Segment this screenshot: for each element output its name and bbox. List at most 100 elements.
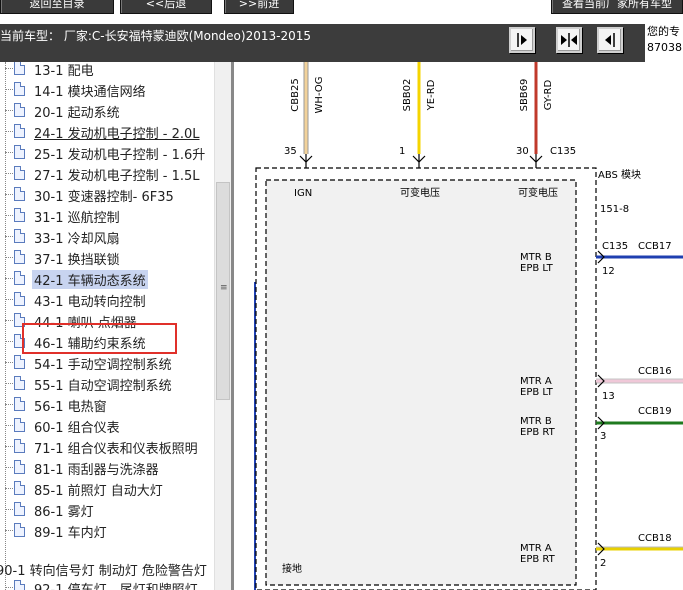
pin-number: 35: [284, 146, 297, 157]
input-label: IGN: [294, 188, 312, 199]
input-label: 可变电压: [400, 186, 440, 199]
wire-code-label: CCB16: [638, 366, 672, 377]
document-icon: [14, 208, 25, 222]
document-icon: [14, 145, 25, 159]
tree-item-label: 25-1 发动机电子控制 - 1.6升: [34, 148, 206, 163]
module-name: ABS 模块: [598, 169, 641, 181]
tree-item-label: 85-1 前照灯 自动大灯: [34, 484, 163, 499]
tree-item[interactable]: 43-1 电动转向控制: [0, 289, 214, 310]
chapter-tree: 13-1 配电 14-1 模块通信网络 20-1 起动系统 24-1 发动机电子…: [0, 62, 214, 590]
document-icon: [14, 502, 25, 516]
document-icon: [14, 229, 25, 243]
input-label: 可变电压: [518, 186, 558, 199]
tree-item[interactable]: 37-1 换挡联锁: [0, 247, 214, 268]
document-icon: [14, 187, 25, 201]
document-icon: [14, 271, 25, 285]
wire-code-label: SBB69: [519, 79, 530, 112]
tree-item-label: 42-1 车辆动态系统: [32, 270, 148, 289]
back-to-catalog-button[interactable]: 返回至目录: [0, 0, 114, 14]
tree-item-label: 43-1 电动转向控制: [34, 295, 146, 310]
tree-item[interactable]: 31-1 巡航控制: [0, 205, 214, 226]
tree-item[interactable]: 56-1 电热窗: [0, 394, 214, 415]
tree-item-label: 92-1 停车灯，尾灯和牌照灯: [34, 579, 198, 590]
document-icon: [14, 62, 25, 75]
tree-item[interactable]: 25-1 发动机电子控制 - 1.6升: [0, 142, 214, 163]
tree-scrollbar[interactable]: ≡: [214, 62, 231, 590]
tree-item[interactable]: 30-1 变速器控制- 6F35: [0, 184, 214, 205]
document-icon: [14, 481, 25, 495]
document-icon: [14, 523, 25, 537]
back-button[interactable]: <<后退: [120, 0, 212, 14]
wire-color-label: YE-RD: [426, 79, 437, 111]
wire-code-label: CCB18: [638, 533, 672, 544]
tree-item[interactable]: 55-1 自动空调控制系统: [0, 373, 214, 394]
tree-item[interactable]: 86-1 雾灯: [0, 499, 214, 520]
grip-icon: ≡: [220, 283, 228, 293]
output-label: EPB RT: [520, 554, 556, 565]
page-fit-button[interactable]: [556, 27, 582, 53]
tree-folder-turn-signals[interactable]: 90-1 转向信号灯 制动灯 危险警告灯: [0, 558, 214, 579]
tree-item[interactable]: 44-1 喇叭 点烟器: [0, 310, 214, 331]
tree-item[interactable]: 85-1 前照灯 自动大灯: [0, 478, 214, 499]
wire-code-label: CCB19: [638, 406, 672, 417]
tree-item[interactable]: 33-1 冷却风扇: [0, 226, 214, 247]
document-icon: [14, 103, 25, 117]
tree-item-label: 81-1 雨刮器与洗涤器: [34, 463, 159, 478]
wire-code-label: SBB02: [402, 79, 413, 112]
tree-item-label: 56-1 电热窗: [34, 400, 107, 415]
connector-label: C135: [550, 146, 576, 157]
forward-button[interactable]: >>前进: [224, 0, 294, 14]
tree-item-label: 46-1 辅助约束系统: [34, 337, 146, 352]
document-icon: [14, 355, 25, 369]
output-label: EPB LT: [520, 387, 554, 398]
document-icon: [14, 166, 25, 180]
tree-item[interactable]: 27-1 发动机电子控制 - 1.5L: [0, 163, 214, 184]
scrollbar-thumb[interactable]: ≡: [216, 182, 230, 400]
document-icon: [14, 397, 25, 411]
tree-item-selected[interactable]: 42-1 车辆动态系统: [0, 268, 214, 289]
wiring-diagram: CBB25 WH-OG SBB02 YE-RD SBB69 GY-RD 35 1…: [234, 62, 683, 590]
document-icon: [14, 580, 25, 590]
tree-item-label: 89-1 车内灯: [34, 526, 107, 541]
vehicle-info-bar: 当前车型： 厂家:C-长安福特蒙迪欧(Mondeo)2013-2015: [0, 24, 683, 62]
tree-item[interactable]: 13-1 配电: [0, 62, 214, 79]
tree-item-label: 71-1 组合仪表和仪表板照明: [34, 442, 198, 457]
pin-number: 13: [602, 391, 615, 402]
page-last-button[interactable]: [597, 27, 623, 53]
tree-item-label: 37-1 换挡联锁: [34, 253, 120, 268]
wire-code-label: CCB17: [638, 241, 672, 252]
tree-item[interactable]: 71-1 组合仪表和仪表板照明: [0, 436, 214, 457]
tree-item-label: 86-1 雾灯: [34, 505, 94, 520]
connector-label: C135: [602, 241, 628, 252]
tree-item-label: 60-1 组合仪表: [34, 421, 120, 436]
tree-item[interactable]: 89-1 车内灯: [0, 520, 214, 541]
document-icon: [14, 82, 25, 96]
tree-item[interactable]: 60-1 组合仪表: [0, 415, 214, 436]
tree-item[interactable]: 54-1 手动空调控制系统: [0, 352, 214, 373]
page-first-button[interactable]: [509, 27, 535, 53]
tree-item[interactable]: 92-1 停车灯，尾灯和牌照灯: [0, 577, 214, 590]
view-all-models-button[interactable]: 查看当前厂家所有车型: [551, 0, 683, 14]
tree-item-label: 44-1 喇叭 点烟器: [34, 316, 137, 331]
tree-item[interactable]: 24-1 发动机电子控制 - 2.0L: [0, 121, 214, 142]
tree-item[interactable]: 81-1 雨刮器与洗涤器: [0, 457, 214, 478]
tree-item[interactable]: 46-1 辅助约束系统: [0, 331, 214, 352]
pin-number: 2: [600, 558, 606, 569]
document-icon: [14, 313, 25, 327]
ground-label: 接地: [282, 562, 302, 575]
tree-item-label: 54-1 手动空调控制系统: [34, 358, 172, 373]
document-icon: [14, 124, 25, 138]
tree-item[interactable]: 20-1 起动系统: [0, 100, 214, 121]
tree-item-label: 13-1 配电: [34, 64, 94, 79]
tree-item[interactable]: 14-1 模块通信网络: [0, 79, 214, 100]
tree-item-label: 30-1 变速器控制- 6F35: [34, 190, 174, 205]
pin-number: 30: [516, 146, 529, 157]
document-icon: [14, 460, 25, 474]
output-label: MTR A: [520, 376, 552, 387]
tree-item-label: 24-1 发动机电子控制 - 2.0L: [34, 127, 200, 142]
document-icon: [14, 292, 25, 306]
tree-item-label: 27-1 发动机电子控制 - 1.5L: [34, 169, 200, 184]
page-reference: 151-8: [600, 204, 629, 215]
pin-number: 3: [600, 431, 606, 442]
arrow-left-icon: [605, 33, 615, 47]
